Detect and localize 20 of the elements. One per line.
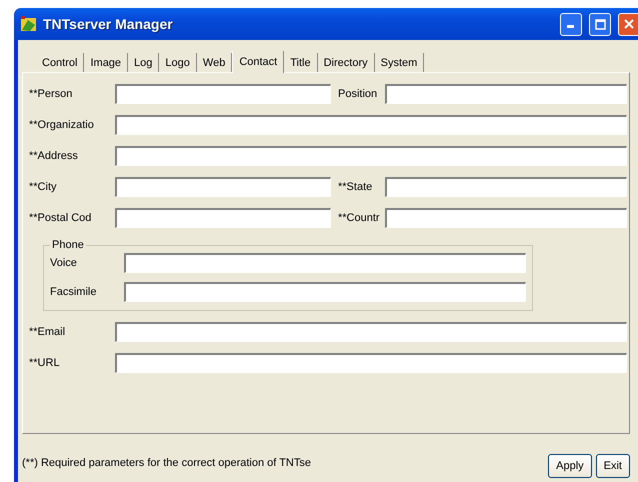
field-label: **Organizatio	[29, 119, 95, 131]
field-label: **Person	[29, 88, 74, 100]
field-label: **Address	[29, 150, 79, 162]
tab[interactable]: Directory	[318, 53, 375, 72]
field-label: **Email	[29, 326, 66, 338]
field-label: **URL	[29, 357, 61, 369]
field-label: **State	[338, 181, 374, 193]
tab[interactable]: System	[374, 53, 424, 72]
field-label: **Countr	[338, 212, 381, 224]
field-label: **Postal Cod	[29, 212, 92, 224]
field-label: Position	[338, 88, 378, 100]
footnote: (**) Required parameters for the correct operation of TNTse	[22, 457, 312, 469]
exit-button[interactable]: Exit	[596, 454, 630, 478]
field-label: **City	[29, 181, 58, 193]
window-title: TNTserver Manager	[43, 16, 174, 32]
apply-button[interactable]: Apply	[548, 454, 592, 478]
field-label: Facsimile	[50, 286, 98, 298]
group-title: Phone	[51, 239, 85, 251]
tab[interactable]: Contact	[232, 51, 284, 73]
field-label: Voice	[50, 257, 78, 269]
